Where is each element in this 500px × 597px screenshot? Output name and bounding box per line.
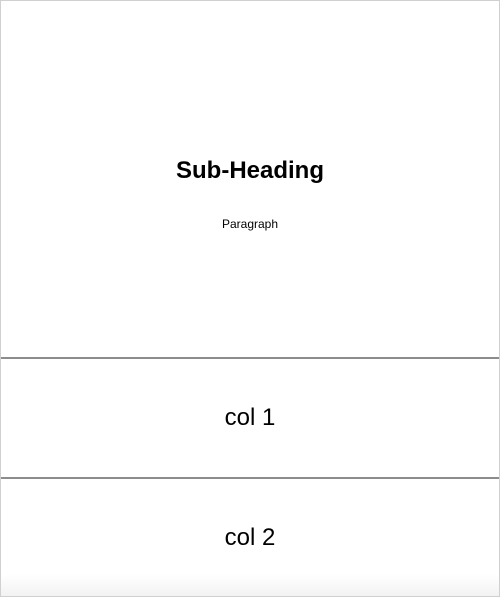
hero-paragraph: Paragraph <box>221 217 279 231</box>
column-1-label: col 1 <box>224 404 276 431</box>
column-2-section: col 2 <box>1 479 499 596</box>
sub-heading: Sub-Heading <box>176 157 324 184</box>
page-frame: Sub-Heading Paragraph col 1 col 2 <box>0 0 500 597</box>
column-1-section: col 1 <box>1 359 499 479</box>
column-2-label: col 2 <box>224 524 276 551</box>
hero-section: Sub-Heading Paragraph <box>1 1 499 359</box>
